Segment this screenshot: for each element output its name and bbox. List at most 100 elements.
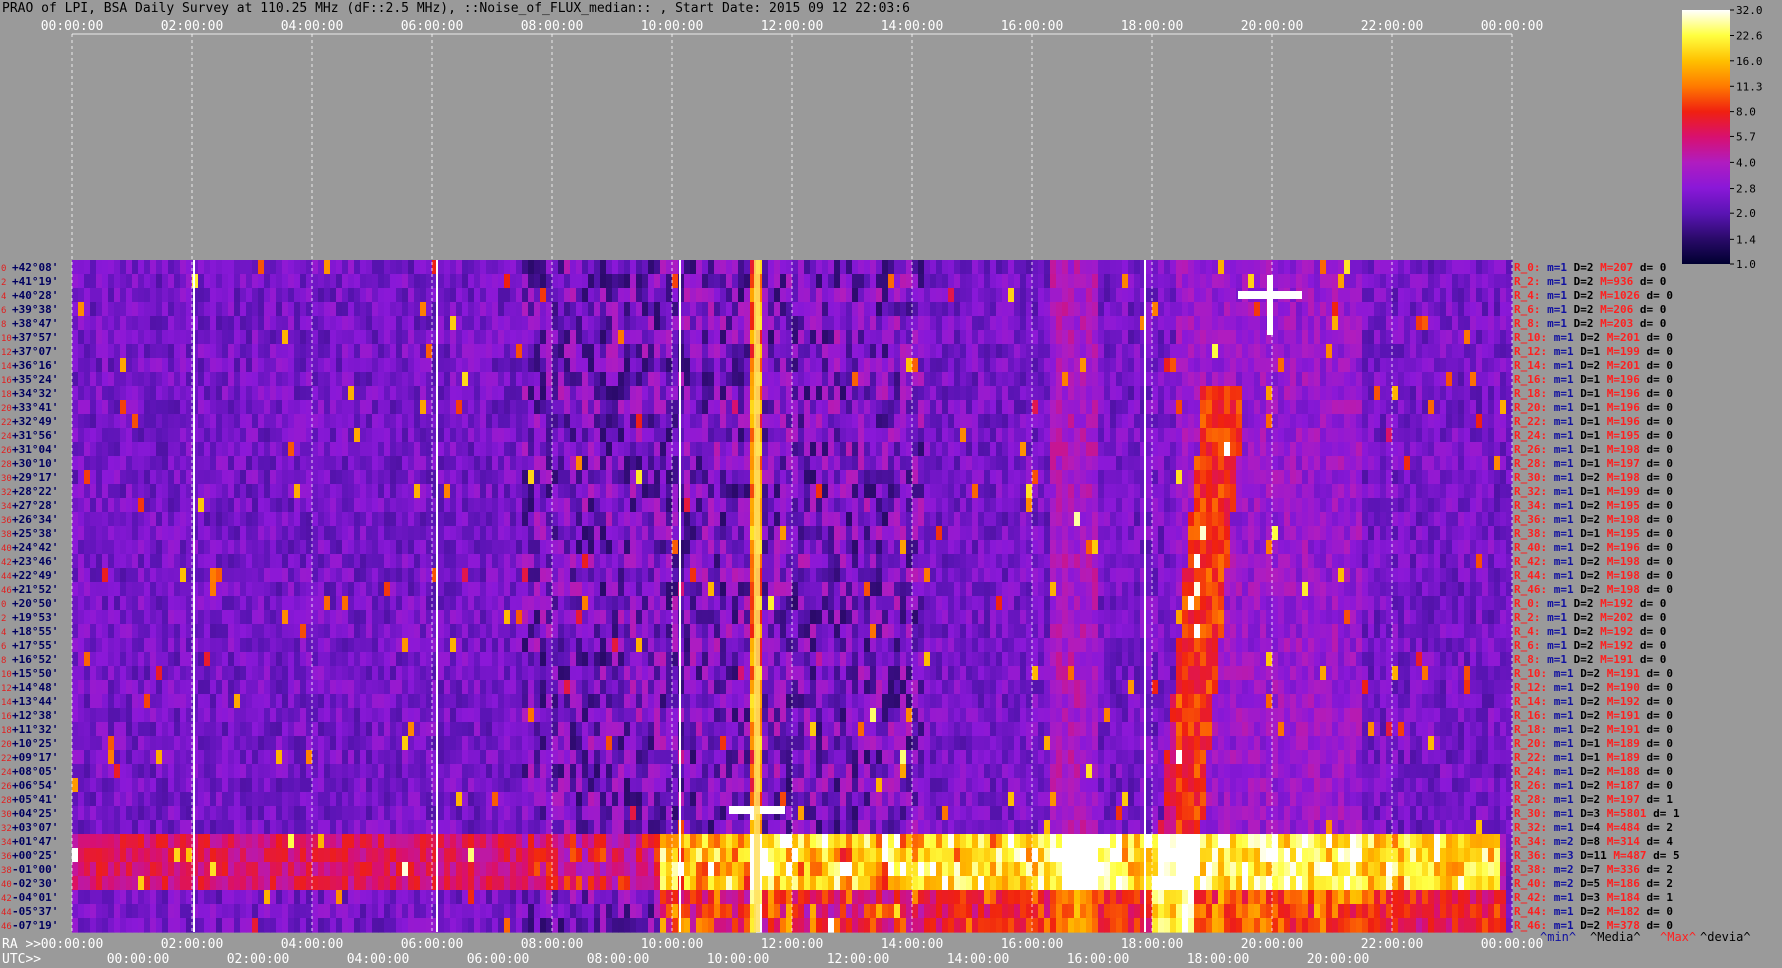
heatmap-cell <box>1080 442 1087 457</box>
heatmap-cell <box>510 274 517 289</box>
heatmap-cell <box>216 540 223 555</box>
heatmap-cell <box>1206 512 1213 527</box>
heatmap-cell <box>1158 358 1165 373</box>
heatmap-cell <box>174 302 181 317</box>
heatmap-cell <box>1344 386 1351 401</box>
heatmap-cell <box>438 428 445 443</box>
heatmap-cell <box>348 540 355 555</box>
heatmap-cell <box>984 512 991 527</box>
heatmap-cell <box>1314 484 1321 499</box>
heatmap-cell <box>1308 526 1315 541</box>
heatmap-cell <box>768 540 775 555</box>
heatmap-cell <box>876 302 883 317</box>
heatmap-cell <box>624 330 631 345</box>
heatmap-cell <box>864 484 871 499</box>
heatmap-cell <box>1452 288 1459 303</box>
heatmap-cell <box>1326 344 1333 359</box>
heatmap-cell <box>594 428 601 443</box>
heatmap-cell <box>126 428 133 443</box>
heatmap-cell <box>1242 400 1249 415</box>
heatmap-cell <box>1068 260 1075 275</box>
heatmap-cell <box>342 456 349 471</box>
heatmap-cell <box>1134 274 1141 289</box>
heatmap-cell <box>1176 526 1183 541</box>
heatmap-cell <box>1176 344 1183 359</box>
heatmap-cell <box>1092 400 1099 415</box>
heatmap-cell <box>1428 442 1435 457</box>
heatmap-cell <box>1362 372 1369 387</box>
heatmap-cell <box>726 512 733 527</box>
heatmap-cell <box>1260 344 1267 359</box>
heatmap-cell <box>234 428 241 443</box>
heatmap-cell <box>156 442 163 457</box>
heatmap-cell <box>438 442 445 457</box>
heatmap-cell <box>1380 316 1387 331</box>
heatmap-cell <box>414 456 421 471</box>
heatmap-cell <box>1500 358 1507 373</box>
heatmap-cell <box>192 540 199 555</box>
heatmap-cell <box>1362 414 1369 429</box>
heatmap-cell <box>1374 470 1381 485</box>
heatmap-cell <box>744 442 751 457</box>
heatmap-cell <box>1056 540 1063 555</box>
heatmap-cell <box>972 484 979 499</box>
heatmap-cell <box>1032 512 1039 527</box>
heatmap-cell <box>1470 484 1477 499</box>
heatmap-cell <box>384 288 391 303</box>
heatmap-cell <box>654 400 661 415</box>
heatmap-cell <box>552 316 559 331</box>
heatmap-cell <box>1416 358 1423 373</box>
heatmap-cell <box>504 260 511 275</box>
heatmap-cell <box>1344 358 1351 373</box>
heatmap-cell <box>1224 456 1231 471</box>
heatmap-cell <box>1392 498 1399 513</box>
heatmap-cell <box>1194 526 1201 541</box>
heatmap-cell <box>1038 484 1045 499</box>
heatmap-cell <box>150 260 157 275</box>
heatmap-cell <box>1176 400 1183 415</box>
heatmap-cell <box>1296 512 1303 527</box>
heatmap-cell <box>822 372 829 387</box>
heatmap-cell <box>678 498 685 513</box>
heatmap-cell <box>444 330 451 345</box>
heatmap-cell <box>1434 372 1441 387</box>
heatmap-cell <box>348 498 355 513</box>
heatmap-cell <box>1092 316 1099 331</box>
heatmap-cell <box>1056 316 1063 331</box>
heatmap-cell <box>282 386 289 401</box>
heatmap-cell <box>552 372 559 387</box>
heatmap-cell <box>138 316 145 331</box>
heatmap-cell <box>90 316 97 331</box>
heatmap-cell <box>714 302 721 317</box>
heatmap-cell <box>654 302 661 317</box>
heatmap-cell <box>138 400 145 415</box>
heatmap-cell <box>762 316 769 331</box>
heatmap-cell <box>1236 316 1243 331</box>
heatmap-cell <box>228 316 235 331</box>
heatmap-cell <box>294 302 301 317</box>
heatmap-cell <box>552 288 559 303</box>
heatmap-cell <box>156 470 163 485</box>
heatmap-cell <box>726 442 733 457</box>
heatmap-cell <box>1098 288 1105 303</box>
heatmap-cell <box>414 484 421 499</box>
heatmap-cell <box>642 414 649 429</box>
heatmap-cell <box>342 358 349 373</box>
heatmap-cell <box>1398 442 1405 457</box>
heatmap-cell <box>1044 260 1051 275</box>
heatmap-cell <box>972 540 979 555</box>
heatmap-cell <box>894 498 901 513</box>
heatmap-cell <box>1254 316 1261 331</box>
heatmap-cell <box>1056 442 1063 457</box>
heatmap-cell <box>1500 484 1507 499</box>
heatmap-cell <box>714 386 721 401</box>
heatmap-cell <box>1110 260 1117 275</box>
heatmap-cell <box>930 428 937 443</box>
heatmap-cell <box>1470 400 1477 415</box>
heatmap-cell <box>414 330 421 345</box>
heatmap-cell <box>474 400 481 415</box>
heatmap-cell <box>762 330 769 345</box>
heatmap-cell <box>876 358 883 373</box>
heatmap-cell <box>1008 512 1015 527</box>
heatmap-cell <box>528 470 535 485</box>
